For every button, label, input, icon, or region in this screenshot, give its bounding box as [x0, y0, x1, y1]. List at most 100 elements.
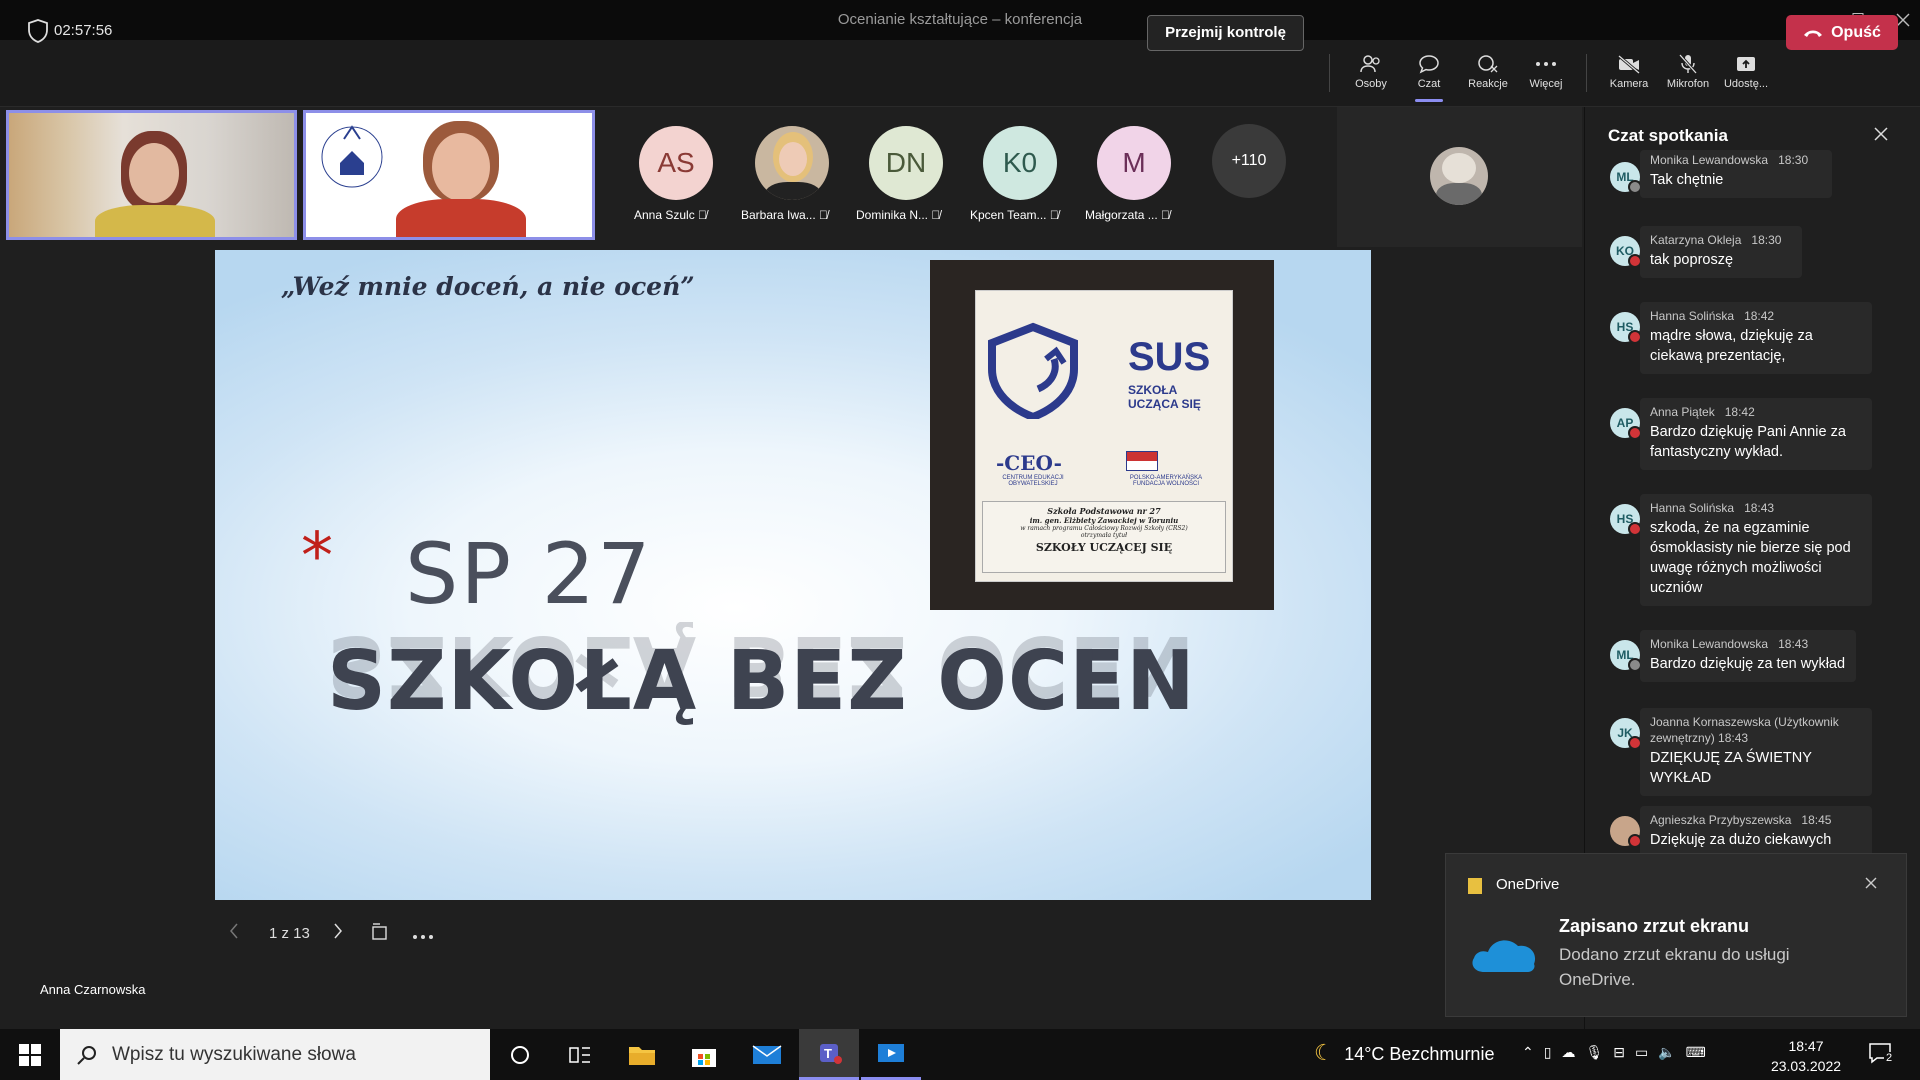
next-slide-button[interactable]: [332, 922, 344, 944]
onedrive-cloud-icon: [1472, 940, 1536, 972]
chat-icon: [1401, 50, 1457, 78]
chat-message[interactable]: Monika Lewandowska 18:43 Bardzo dziękuję …: [1640, 630, 1856, 682]
keyboard-icon: ⌨: [1685, 1044, 1716, 1060]
chat-avatar: HS: [1610, 312, 1642, 344]
chat-message[interactable]: Agnieszka Przybyszewska 18:45 Dziękuję za…: [1640, 806, 1872, 853]
start-button[interactable]: [0, 1029, 60, 1080]
teams-icon: T: [820, 1044, 842, 1064]
weather-widget[interactable]: ☾ 14°C Bezchmurnie: [1314, 1040, 1494, 1066]
video-player-icon: [878, 1044, 904, 1062]
toast-title: Zapisano zrzut ekranu: [1559, 916, 1750, 936]
chat-label: Czat: [1417, 78, 1441, 90]
weather-text: 14°C Bezchmurnie: [1344, 1044, 1495, 1064]
window-title: Ocenianie kształtujące – konferencja: [837, 11, 1083, 28]
more-icon: [1518, 50, 1574, 78]
slide-more-button[interactable]: [412, 927, 434, 944]
microphone-button[interactable]: Mikrofon: [1660, 50, 1716, 102]
volume-icon: 🔈: [1658, 1044, 1686, 1060]
shield-icon: [28, 19, 48, 43]
cloud-icon: ☁: [1561, 1044, 1586, 1060]
leave-label: Opuść: [1831, 23, 1881, 41]
chat-message[interactable]: Monika Lewandowska 18:30 Tak chętnie: [1640, 150, 1832, 198]
chat-button[interactable]: Czat: [1401, 50, 1457, 102]
camera-button[interactable]: Kamera: [1601, 50, 1657, 102]
chevron-up-icon: ⌃: [1522, 1044, 1544, 1060]
slide-grid-button[interactable]: [370, 922, 390, 946]
folder-icon: [629, 1046, 655, 1065]
chat-message[interactable]: Anna Piątek 18:42 Bardzo dziękuję Pani An…: [1640, 398, 1872, 470]
store-button[interactable]: [674, 1029, 734, 1080]
chat-title: Czat spotkania: [1608, 126, 1728, 145]
network-icon: ⊟: [1613, 1044, 1635, 1060]
close-icon: [1874, 127, 1888, 141]
leave-button[interactable]: Opuść: [1786, 15, 1898, 50]
chat-message-list[interactable]: ML Monika Lewandowska 18:30 Tak chętnie K…: [0, 150, 1920, 853]
mail-icon: [752, 1044, 782, 1064]
mic-icon: 🎙: [1585, 1044, 1614, 1060]
chat-avatar: KO: [1610, 236, 1642, 268]
chat-message[interactable]: Katarzyna Okleja 18:30 tak poproszę: [1640, 226, 1802, 278]
more-label: Więcej: [1529, 78, 1563, 90]
toolbar-divider: [1329, 54, 1330, 92]
notification-count: 2: [1884, 1052, 1895, 1064]
chat-message[interactable]: Joanna Kornaszewska (Użytkownik zewnętrz…: [1640, 708, 1872, 796]
toolbar-divider: [1586, 54, 1587, 92]
taskbar-search[interactable]: Wpisz tu wyszukiwane słowa: [60, 1029, 490, 1080]
reactions-button[interactable]: Reakcje: [1460, 50, 1516, 102]
take-control-button[interactable]: Przejmij kontrolę: [1147, 15, 1304, 51]
people-button[interactable]: Osoby: [1343, 50, 1399, 102]
cortana-button[interactable]: [490, 1029, 550, 1080]
task-view-icon: [569, 1046, 590, 1063]
onedrive-notification[interactable]: OneDrive Zapisano zrzut ekranu Dodano zr…: [1445, 853, 1907, 1017]
clock[interactable]: 18:47 23.03.2022: [1760, 1036, 1852, 1076]
chat-avatar: [1610, 816, 1642, 848]
windows-icon: [19, 1043, 41, 1066]
search-icon: [77, 1045, 96, 1065]
notification-center-button[interactable]: 2: [1868, 1042, 1895, 1069]
microphone-label: Mikrofon: [1666, 78, 1710, 90]
prev-slide-button[interactable]: [228, 922, 240, 944]
presenter-name: Anna Czarnowska: [40, 982, 146, 997]
clock-time: 18:47: [1788, 1038, 1824, 1054]
title-bar: Ocenianie kształtujące – konferencja: [0, 0, 1920, 40]
media-player-button[interactable]: [861, 1029, 921, 1080]
device-icon: ▯: [1543, 1044, 1562, 1060]
share-button[interactable]: Udostę...: [1718, 50, 1774, 102]
more-icon: [413, 935, 433, 939]
share-label: Udostę...: [1723, 78, 1769, 90]
task-view-button[interactable]: [550, 1029, 610, 1080]
mic-off-icon: [1660, 50, 1716, 78]
svg-text:T: T: [824, 1046, 832, 1061]
toast-app-name: OneDrive: [1496, 876, 1560, 893]
close-chat-button[interactable]: [1873, 126, 1889, 147]
chevron-right-icon: [334, 923, 342, 939]
chevron-left-icon: [230, 923, 238, 939]
chat-avatar: HS: [1610, 504, 1642, 536]
cortana-icon: [511, 1045, 529, 1064]
store-icon: [692, 1048, 716, 1067]
file-explorer-button[interactable]: [612, 1029, 672, 1080]
people-icon: [1343, 50, 1399, 78]
system-tray[interactable]: ⌃▯☁🎙⊟▭🔈⌨: [1522, 1044, 1716, 1061]
camera-label: Kamera: [1609, 78, 1649, 90]
chat-avatar: ML: [1610, 640, 1642, 672]
clock-date: 23.03.2022: [1770, 1058, 1842, 1074]
reactions-label: Reakcje: [1468, 78, 1508, 90]
reactions-icon: [1460, 50, 1516, 78]
camera-off-icon: [1601, 50, 1657, 78]
chat-message[interactable]: Hanna Solińska 18:42 mądre słowa, dziękuj…: [1640, 302, 1872, 374]
more-button[interactable]: Więcej: [1518, 50, 1574, 102]
slide-counter: 1 z 13: [269, 925, 310, 942]
onedrive-app-icon: [1468, 878, 1482, 894]
toast-close-button[interactable]: [1864, 876, 1878, 895]
chat-avatar: ML: [1610, 162, 1642, 194]
toast-body: Dodano zrzut ekranu do usługi OneDrive.: [1559, 945, 1790, 989]
slides-grid-icon: [372, 923, 387, 940]
chat-message[interactable]: Hanna Solińska 18:43 szkoda, że na egzami…: [1640, 494, 1872, 606]
people-label: Osoby: [1355, 78, 1387, 90]
phone-hangup-icon: [1804, 30, 1823, 37]
close-icon: [1865, 877, 1877, 889]
teams-button[interactable]: T: [799, 1029, 859, 1080]
mail-button[interactable]: [737, 1029, 797, 1080]
share-icon: [1718, 50, 1774, 78]
